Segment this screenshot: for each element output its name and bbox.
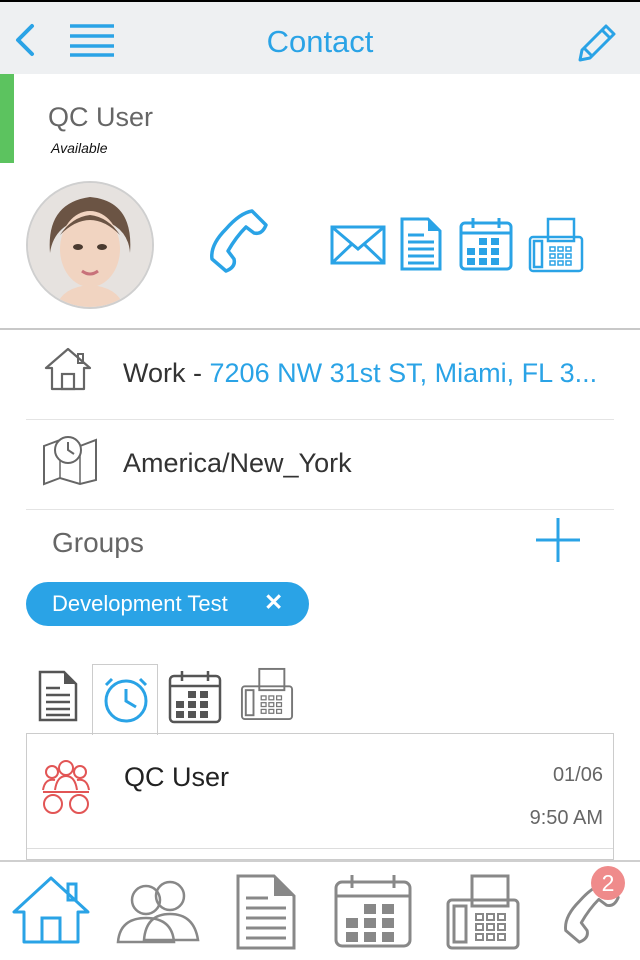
address-type: Work — [123, 358, 186, 388]
documents-icon[interactable] — [236, 874, 296, 950]
document-icon — [38, 670, 78, 722]
contact-status: Available — [51, 140, 108, 156]
fax-icon — [240, 667, 294, 721]
timezone-row: America/New_York — [26, 420, 614, 510]
pencil-icon[interactable] — [574, 16, 622, 64]
page-title: Contact — [266, 24, 374, 59]
timezone-label: America/New_York — [123, 448, 352, 478]
clock-icon — [104, 677, 148, 723]
avatar — [26, 181, 154, 309]
history-date: 01/06 — [552, 764, 603, 786]
groups-title: Groups — [52, 527, 144, 558]
row-divider — [27, 848, 613, 849]
address-separator: - — [185, 358, 210, 388]
status-indicator-bar — [0, 74, 14, 163]
group-chip[interactable]: Development Test ✕ — [26, 582, 309, 626]
bottom-nav — [0, 860, 640, 960]
notification-badge: 2 — [591, 866, 625, 900]
timezone-map-icon — [43, 436, 97, 486]
home-icon[interactable] — [10, 874, 92, 944]
group-chip-label: Development Test — [52, 591, 228, 616]
history-name: QC User — [124, 762, 230, 792]
top-bar: Contact — [0, 0, 640, 74]
home-icon — [44, 347, 92, 391]
calendar-icon — [168, 671, 222, 724]
plus-icon[interactable] — [534, 516, 582, 564]
tab-history[interactable] — [92, 664, 158, 735]
fax-icon[interactable] — [528, 217, 584, 273]
calendar-icon[interactable] — [459, 217, 513, 271]
contacts-icon[interactable] — [114, 874, 204, 944]
remove-group-icon[interactable]: ✕ — [264, 589, 283, 616]
calendar-icon[interactable] — [334, 874, 412, 948]
contact-name: QC User — [48, 102, 154, 132]
phone-icon[interactable] — [202, 205, 274, 277]
tab-fax[interactable] — [236, 664, 302, 734]
history-panel: QC User 01/06 9:50 AM — [26, 733, 614, 860]
group-call-icon — [42, 760, 90, 814]
tab-documents[interactable] — [26, 664, 92, 734]
history-time: 9:50 AM — [529, 807, 603, 829]
document-icon[interactable] — [400, 217, 442, 271]
list-item[interactable]: QC User 01/06 9:50 AM — [27, 734, 613, 848]
tab-calendar[interactable] — [162, 664, 228, 734]
history-tabs — [26, 664, 614, 735]
fax-icon[interactable] — [446, 874, 520, 950]
email-icon[interactable] — [330, 225, 386, 265]
address-row[interactable]: Work - 7206 NW 31st ST, Miami, FL 3... — [26, 330, 614, 420]
address-link[interactable]: 7206 NW 31st ST, Miami, FL 3... — [210, 358, 598, 388]
